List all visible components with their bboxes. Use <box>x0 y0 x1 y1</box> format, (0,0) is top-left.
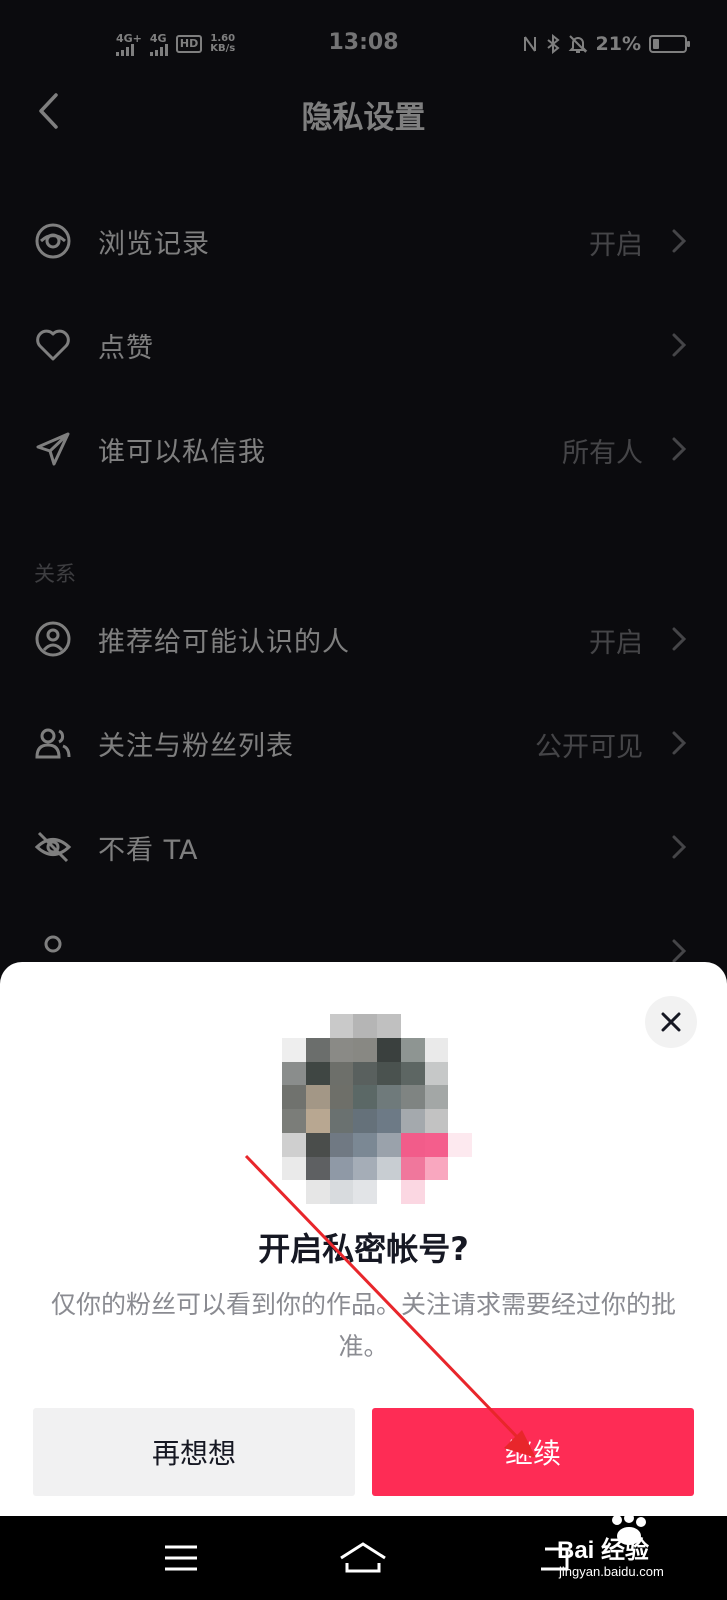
avatar-pixel <box>377 1061 401 1086</box>
avatar-pixel <box>424 1109 449 1133</box>
menu-icon <box>165 1545 197 1571</box>
avatar-pixel <box>282 1132 306 1157</box>
avatar-pixel <box>329 1085 354 1109</box>
avatar-pixel <box>424 1014 449 1038</box>
avatar-pixel <box>353 1061 377 1086</box>
avatar-pixel <box>305 1156 330 1181</box>
avatar-pixel <box>448 1014 472 1038</box>
avatar-pixel <box>353 1180 377 1204</box>
avatar-pixel <box>448 1085 472 1109</box>
watermark-url: jingyan.baidu.com <box>558 1564 664 1579</box>
avatar-pixel <box>448 1156 472 1181</box>
avatar-pixel <box>282 1037 306 1062</box>
avatar-pixel <box>377 1014 401 1038</box>
avatar-pixel <box>377 1109 401 1133</box>
avatar-pixel <box>400 1109 425 1133</box>
avatar-pixel <box>353 1132 377 1157</box>
avatar-pixel <box>329 1061 354 1086</box>
avatar-pixel <box>448 1037 472 1062</box>
watermark-title: Bai 经验 <box>557 1536 649 1564</box>
avatar-pixel <box>400 1180 425 1204</box>
avatar-pixel <box>329 1180 354 1204</box>
avatar-pixel <box>282 1109 306 1133</box>
avatar-pixel <box>353 1014 377 1038</box>
avatar-pixel <box>424 1180 449 1204</box>
avatar-pixel <box>400 1037 425 1062</box>
avatar-pixel <box>329 1037 354 1062</box>
home-button[interactable] <box>338 1534 388 1582</box>
avatar-pixel <box>448 1180 472 1204</box>
avatar-pixel <box>305 1085 330 1109</box>
avatar-pixel <box>400 1085 425 1109</box>
avatar-pixel <box>353 1109 377 1133</box>
menu-button[interactable] <box>156 1534 206 1582</box>
avatar-pixel <box>448 1109 472 1133</box>
avatar-pixel <box>305 1180 330 1204</box>
avatar <box>282 1014 472 1204</box>
avatar-pixel <box>377 1156 401 1181</box>
avatar-pixel <box>353 1156 377 1181</box>
avatar-pixel <box>305 1132 330 1157</box>
dialog-title: 开启私密帐号? <box>258 1230 469 1268</box>
private-account-dialog: 开启私密帐号? 仅你的粉丝可以看到你的作品。关注请求需要经过你的批准。 再想想 … <box>0 962 727 1516</box>
avatar-pixel <box>329 1132 354 1157</box>
baidu-paw-logo: Bai 经验jingyan.baidu.com <box>557 1513 664 1579</box>
home-icon <box>340 1542 386 1573</box>
avatar-pixel <box>377 1132 401 1157</box>
avatar-pixel <box>282 1014 306 1038</box>
continue-button[interactable]: 继续 <box>372 1408 694 1496</box>
avatar-pixel <box>305 1109 330 1133</box>
avatar-pixel <box>305 1061 330 1086</box>
avatar-pixel <box>448 1132 472 1157</box>
close-button[interactable] <box>645 996 697 1048</box>
avatar-pixel <box>424 1061 449 1086</box>
avatar-pixel <box>353 1037 377 1062</box>
baidu-watermark: Bai 经验 jingyan.baidu.com <box>547 1510 697 1580</box>
avatar-pixel <box>282 1085 306 1109</box>
avatar-pixel <box>377 1180 401 1204</box>
avatar-pixel <box>400 1061 425 1086</box>
avatar-pixel <box>282 1156 306 1181</box>
avatar-pixel <box>400 1132 425 1157</box>
avatar-pixel <box>448 1061 472 1086</box>
avatar-pixel <box>305 1037 330 1062</box>
avatar-pixel <box>282 1180 306 1204</box>
avatar-pixel <box>329 1014 354 1038</box>
avatar-pixel <box>329 1156 354 1181</box>
cancel-button[interactable]: 再想想 <box>33 1408 355 1496</box>
avatar-pixel <box>424 1037 449 1062</box>
close-icon <box>661 1012 681 1032</box>
avatar-pixel <box>400 1014 425 1038</box>
avatar-pixel <box>329 1109 354 1133</box>
avatar-pixel <box>377 1085 401 1109</box>
avatar-pixel <box>424 1085 449 1109</box>
dialog-description: 仅你的粉丝可以看到你的作品。关注请求需要经过你的批准。 <box>50 1290 676 1361</box>
avatar-pixel <box>424 1156 449 1181</box>
avatar-pixel <box>400 1156 425 1181</box>
avatar-pixel <box>353 1085 377 1109</box>
avatar-pixel <box>377 1037 401 1062</box>
avatar-pixel <box>305 1014 330 1038</box>
avatar-pixel <box>424 1132 449 1157</box>
avatar-pixel <box>282 1061 306 1086</box>
